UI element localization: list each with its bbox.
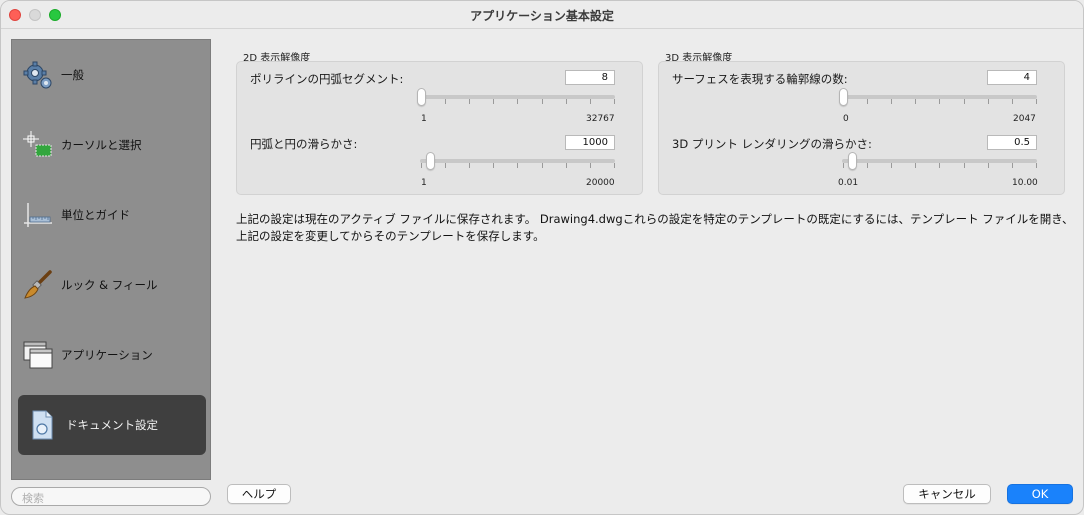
polyline-segments-input[interactable]: 8 (565, 70, 615, 85)
print-smoothness-input[interactable]: 0.5 (987, 135, 1037, 150)
sidebar-item-label: 一般 (61, 68, 84, 82)
sidebar-item-document-settings[interactable]: ドキュメント設定 (18, 395, 206, 455)
arc-smoothness-input[interactable]: 1000 (565, 135, 615, 150)
search-input[interactable]: 検索 (11, 487, 211, 506)
ruler-icon (24, 203, 52, 227)
polyline-segments-label: ポリラインの円弧セグメント: (250, 72, 404, 86)
polyline-slider-knob[interactable] (417, 88, 426, 106)
sidebar-item-cursor-selection[interactable]: カーソルと選択 (18, 115, 206, 175)
polyline-max-label: 32767 (586, 114, 615, 124)
preferences-window: アプリケーション基本設定 一般 カーソルと選択 単位とガイド ルック & フィー… (0, 0, 1084, 515)
sidebar: 一般 カーソルと選択 単位とガイド ルック & フィール アプリケーション ドキ… (11, 39, 211, 480)
paintbrush-icon (24, 270, 52, 299)
sidebar-item-label: 単位とガイド (61, 208, 130, 222)
windows-icon (23, 341, 53, 369)
sidebar-item-label: アプリケーション (61, 348, 153, 362)
contour-lines-label: サーフェスを表現する輪郭線の数: (672, 72, 848, 86)
title-bar: アプリケーション基本設定 (1, 1, 1083, 29)
contour-max-label: 2047 (1013, 114, 1036, 124)
info-text: 上記の設定は現在のアクティブ ファイルに保存されます。 Drawing4.dwg… (236, 212, 1074, 243)
sidebar-item-look-feel[interactable]: ルック & フィール (18, 255, 206, 315)
group-3d-resolution: サーフェスを表現する輪郭線の数: 4 0 2047 3D プリント レンダリング… (658, 61, 1065, 195)
cancel-button[interactable]: キャンセル (903, 484, 991, 504)
polyline-min-label: 1 (421, 114, 427, 124)
arc-min-label: 1 (421, 178, 427, 188)
print-slider-knob[interactable] (848, 152, 857, 170)
sidebar-item-general[interactable]: 一般 (18, 45, 206, 105)
contour-lines-input[interactable]: 4 (987, 70, 1037, 85)
sidebar-item-label: カーソルと選択 (61, 138, 142, 152)
sidebar-item-label: ドキュメント設定 (66, 418, 158, 432)
print-max-label: 10.00 (1012, 178, 1038, 188)
help-button[interactable]: ヘルプ (227, 484, 291, 504)
arc-slider-knob[interactable] (426, 152, 435, 170)
document-icon (32, 410, 53, 440)
group-2d-resolution: ポリラインの円弧セグメント: 8 1 32767 円弧と円の滑らかさ: 1000 (236, 61, 643, 195)
cursor-selection-icon (23, 131, 52, 157)
sidebar-item-label: ルック & フィール (61, 278, 158, 292)
sidebar-item-application[interactable]: アプリケーション (18, 325, 206, 385)
arc-max-label: 20000 (586, 178, 615, 188)
sidebar-item-units-guides[interactable]: 単位とガイド (18, 185, 206, 245)
window-title: アプリケーション基本設定 (470, 9, 614, 23)
gear-icon (23, 61, 52, 89)
ok-button[interactable]: OK (1007, 484, 1073, 504)
print-min-label: 0.01 (838, 178, 859, 188)
contour-slider-knob[interactable] (839, 88, 848, 106)
print-smoothness-label: 3D プリント レンダリングの滑らかさ: (672, 137, 872, 151)
contour-min-label: 0 (843, 114, 849, 124)
arc-smoothness-label: 円弧と円の滑らかさ: (250, 137, 358, 151)
